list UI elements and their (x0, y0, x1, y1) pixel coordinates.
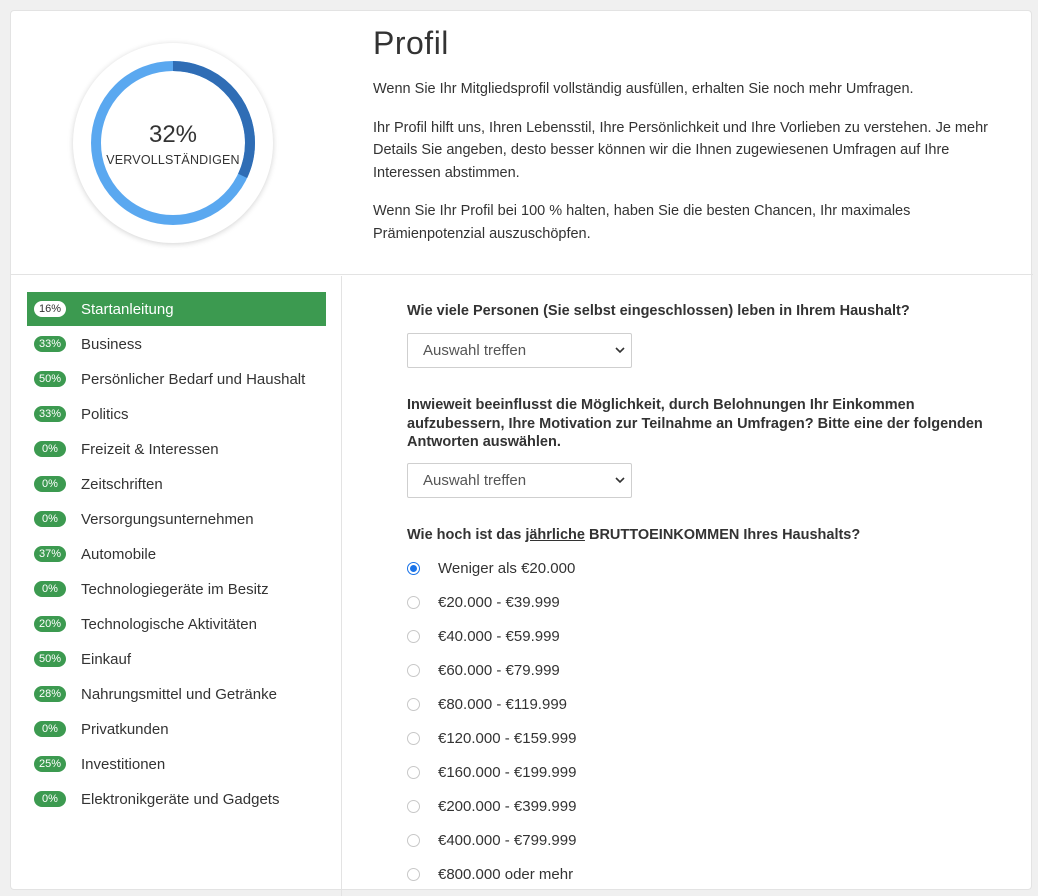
sidebar-item-technologiegeraete[interactable]: 0% Technologiegeräte im Besitz (27, 572, 326, 606)
sidebar-item-label: Privatkunden (81, 720, 169, 738)
sidebar-item-zeitschriften[interactable]: 0% Zeitschriften (27, 467, 326, 501)
completion-badge: 0% (34, 791, 66, 807)
sidebar-item-label: Nahrungsmittel und Getränke (81, 685, 277, 703)
intro-paragraph-2: Ihr Profil hilft uns, Ihren Lebensstil, … (373, 119, 988, 181)
completion-percent: 32% (148, 121, 198, 148)
radio-button[interactable] (407, 595, 420, 609)
sidebar-item-label: Politics (81, 405, 129, 423)
question-annual-income-suffix: BRUTTOEINKOMMEN Ihres Haushalts? (584, 527, 861, 543)
radio-button[interactable] (407, 663, 420, 677)
income-option[interactable]: Weniger als €20.000 (407, 557, 575, 579)
completion-badge: 33% (34, 336, 66, 352)
income-option-label: Weniger als €20.000 (438, 559, 576, 577)
completion-badge: 33% (34, 406, 66, 422)
sidebar-item-label: Versorgungsunternehmen (81, 510, 254, 528)
radio-button[interactable] (407, 731, 420, 745)
income-option[interactable]: €20.000 - €39.999 (407, 591, 560, 613)
question-household-size: Wie viele Personen (Sie selbst eingeschl… (407, 303, 910, 319)
sidebar-item-label: Automobile (81, 545, 157, 563)
sidebar-item-politics[interactable]: 33% Politics (27, 397, 326, 431)
completion-badge: 0% (34, 721, 66, 737)
sidebar-item-elektronikgeraete[interactable]: 0% Elektronikgeräte und Gadgets (27, 782, 326, 816)
income-option-label: €40.000 - €59.999 (438, 627, 560, 645)
sidebar-item-investitionen[interactable]: 25% Investitionen (27, 747, 326, 781)
profile-category-sidebar: 16% Startanleitung 33% Business 50% Pers… (11, 276, 342, 896)
income-option[interactable]: €40.000 - €59.999 (407, 625, 560, 647)
sidebar-item-label: Investitionen (81, 755, 166, 773)
sidebar-item-freizeit[interactable]: 0% Freizeit & Interessen (27, 432, 326, 466)
sidebar-item-startanleitung[interactable]: 16% Startanleitung (27, 292, 326, 326)
intro-paragraph-1: Wenn Sie Ihr Mitgliedsprofil vollständig… (373, 81, 914, 97)
income-option-label: €400.000 - €799.999 (438, 831, 577, 849)
income-option[interactable]: €400.000 - €799.999 (407, 829, 576, 851)
completion-badge: 0% (34, 441, 66, 457)
radio-button[interactable] (407, 629, 420, 643)
radio-button[interactable] (407, 799, 420, 813)
income-option[interactable]: €800.000 oder mehr (407, 863, 573, 885)
household-size-select[interactable]: Auswahl treffen (407, 333, 632, 368)
question-reward-motivation: Inwieweit beeinflusst die Möglichkeit, d… (407, 397, 983, 450)
sidebar-item-label: Startanleitung (81, 300, 174, 318)
profile-card: 32% VERVOLLSTÄNDIGEN Profil Wenn Sie Ihr… (10, 10, 1033, 896)
sidebar-item-label: Technologische Aktivitäten (81, 615, 257, 633)
income-option[interactable]: €160.000 - €199.999 (407, 761, 576, 783)
radio-button[interactable] (407, 697, 420, 711)
sidebar-item-label: Persönlicher Bedarf und Haushalt (81, 370, 306, 388)
income-option-label: €80.000 - €119.999 (438, 695, 568, 713)
intro-paragraph-3: Wenn Sie Ihr Profil bei 100 % halten, ha… (373, 203, 911, 242)
income-option[interactable]: €120.000 - €159.999 (407, 727, 576, 749)
completion-badge: 20% (34, 616, 66, 632)
sidebar-item-label: Elektronikgeräte und Gadgets (81, 790, 280, 808)
question-annual-income-prefix: Wie hoch ist das (407, 527, 526, 543)
profile-header: 32% VERVOLLSTÄNDIGEN Profil Wenn Sie Ihr… (11, 11, 1033, 275)
sidebar-item-business[interactable]: 33% Business (27, 327, 326, 361)
chevron-down-icon (615, 464, 625, 510)
completion-badge: 37% (34, 546, 66, 562)
question-annual-income: Wie hoch ist das jährliche BRUTTOEINKOMM… (407, 526, 1007, 545)
question-annual-income-emphasis: jährliche (525, 527, 585, 543)
completion-badge: 50% (34, 651, 66, 667)
income-option-label: €60.000 - €79.999 (438, 661, 560, 679)
completion-label: VERVOLLSTÄNDIGEN (106, 153, 240, 167)
completion-badge: 25% (34, 756, 66, 772)
household-size-select-value: Auswahl treffen (423, 342, 527, 359)
completion-badge: 16% (34, 301, 66, 317)
income-option-label: €200.000 - €399.999 (438, 797, 577, 815)
sidebar-item-technologische-aktivitaeten[interactable]: 20% Technologische Aktivitäten (27, 607, 326, 641)
sidebar-item-label: Business (81, 335, 142, 353)
completion-gauge: 32% VERVOLLSTÄNDIGEN (73, 43, 273, 243)
sidebar-item-einkauf[interactable]: 50% Einkauf (27, 642, 326, 676)
income-option-label: €120.000 - €159.999 (438, 729, 577, 747)
sidebar-item-label: Einkauf (81, 650, 132, 668)
sidebar-item-label: Technologiegeräte im Besitz (81, 580, 269, 598)
radio-button[interactable] (407, 765, 420, 779)
income-option-label: €800.000 oder mehr (438, 865, 574, 883)
reward-motivation-select[interactable]: Auswahl treffen (407, 463, 632, 498)
income-option-label: €20.000 - €39.999 (438, 593, 560, 611)
completion-badge: 50% (34, 371, 66, 387)
radio-button[interactable] (407, 561, 420, 575)
radio-button[interactable] (407, 833, 420, 847)
radio-button[interactable] (407, 867, 420, 881)
chevron-down-icon (615, 334, 625, 380)
sidebar-item-label: Zeitschriften (81, 475, 163, 493)
income-option-label: €160.000 - €199.999 (438, 763, 577, 781)
completion-badge: 0% (34, 511, 66, 527)
income-option[interactable]: €80.000 - €119.999 (407, 693, 567, 715)
page-title: Profil (373, 25, 449, 61)
reward-motivation-select-value: Auswahl treffen (423, 472, 527, 489)
sidebar-item-versorgungsunternehmen[interactable]: 0% Versorgungsunternehmen (27, 502, 326, 536)
completion-badge: 0% (34, 581, 66, 597)
sidebar-item-nahrungsmittel[interactable]: 28% Nahrungsmittel und Getränke (27, 677, 326, 711)
sidebar-item-automobile[interactable]: 37% Automobile (27, 537, 326, 571)
sidebar-item-persoenlicher-bedarf[interactable]: 50% Persönlicher Bedarf und Haushalt (27, 362, 326, 396)
income-option[interactable]: €200.000 - €399.999 (407, 795, 576, 817)
completion-badge: 0% (34, 476, 66, 492)
income-option[interactable]: €60.000 - €79.999 (407, 659, 560, 681)
completion-badge: 28% (34, 686, 66, 702)
sidebar-item-label: Freizeit & Interessen (81, 440, 219, 458)
intro-section: Profil Wenn Sie Ihr Mitgliedsprofil voll… (373, 25, 1013, 261)
sidebar-item-privatkunden[interactable]: 0% Privatkunden (27, 712, 326, 746)
